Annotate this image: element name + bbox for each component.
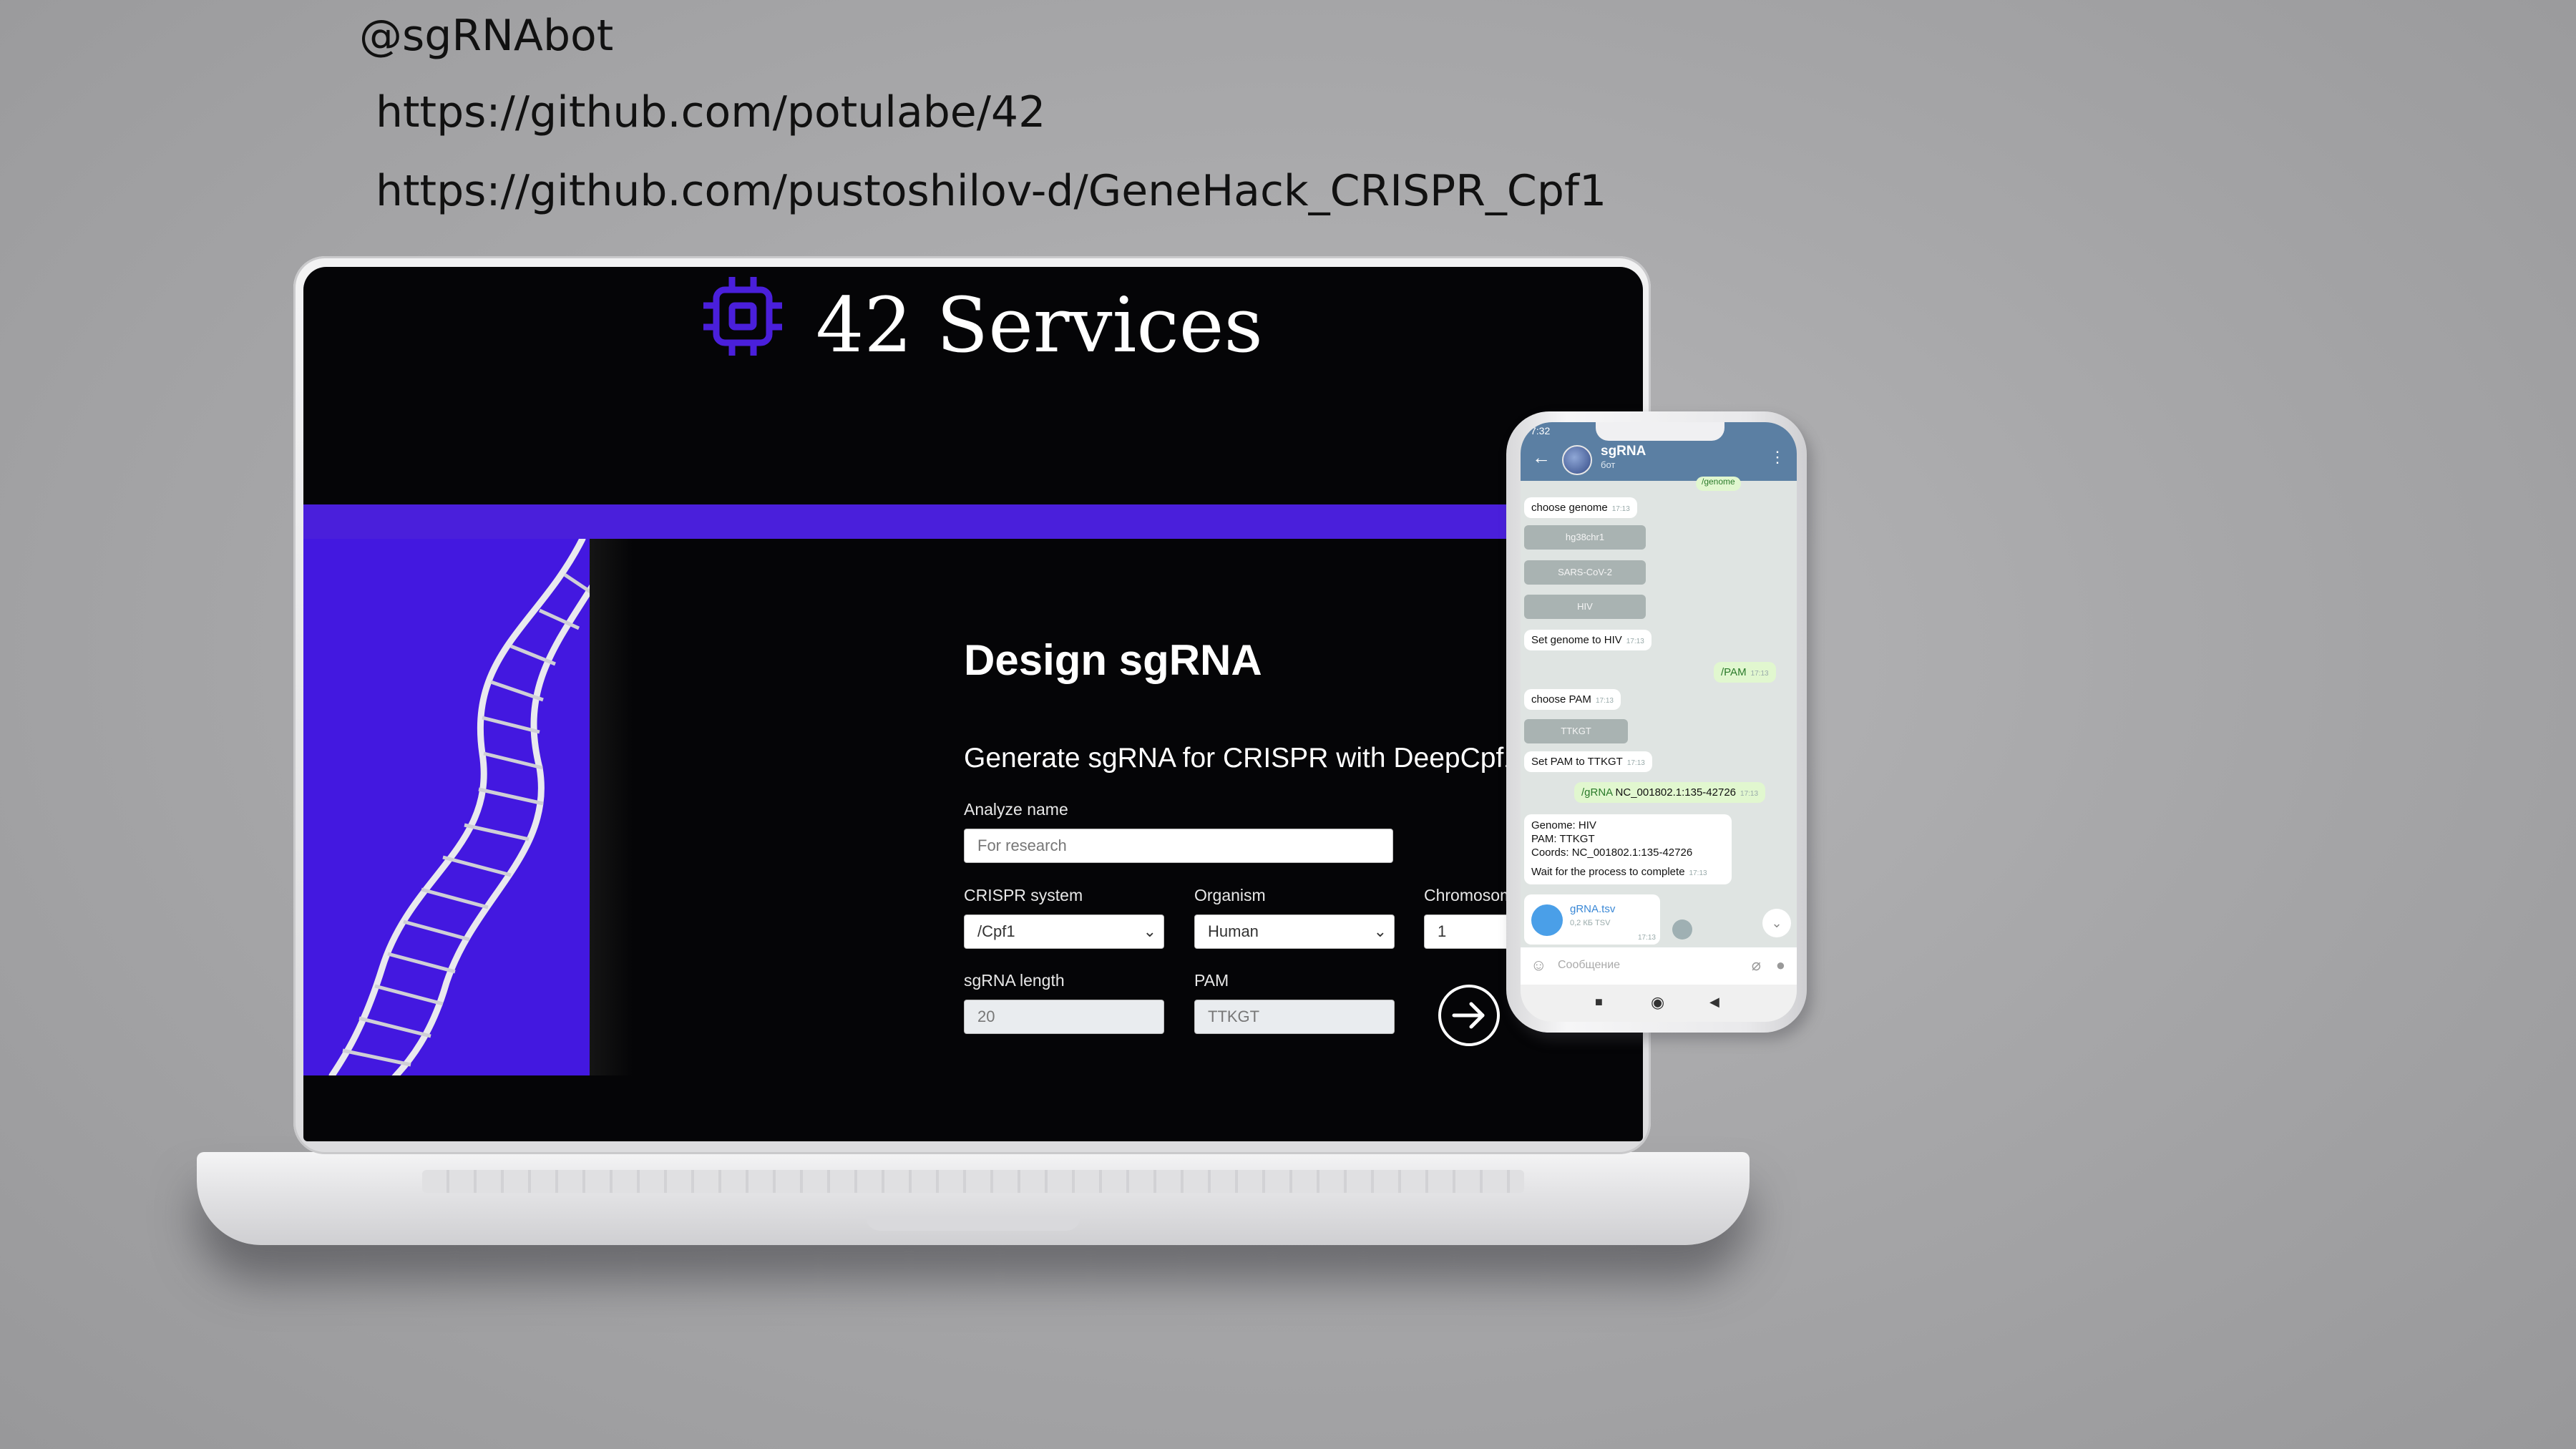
- pam-label: PAM: [1194, 971, 1229, 990]
- status-time: 7:32: [1531, 425, 1551, 436]
- chevron-down-icon: ⌄: [1373, 922, 1387, 940]
- command-text: /gRNA: [1581, 786, 1613, 799]
- message-time: 17:13: [1750, 670, 1769, 678]
- message-pam-cmd: /PAM 17:13: [1714, 662, 1776, 683]
- arrow-right-icon: [1452, 1002, 1485, 1029]
- message-input-bar: ☺ Сообщение ⌀ ●: [1521, 947, 1797, 985]
- chromosome-label: Chromosom: [1424, 886, 1514, 904]
- chat-title[interactable]: sgRNA: [1601, 444, 1646, 459]
- chip-icon: [703, 277, 782, 356]
- file-message[interactable]: gRNA.tsv 0,2 КБ TSV 17:13: [1524, 894, 1660, 945]
- message-summary: Genome: HIV PAM: TTKGT Coords: NC_001802…: [1524, 814, 1732, 884]
- message-text: choose genome: [1531, 502, 1608, 514]
- message-genome-cmd: /genome: [1696, 477, 1741, 491]
- message-grna-cmd: /gRNA NC_001802.1:135-42726 17:13: [1574, 782, 1766, 803]
- message-time: 17:13: [1626, 759, 1645, 767]
- laptop-base: [197, 1152, 1750, 1245]
- file-size: 0,2 КБ TSV: [1570, 919, 1611, 927]
- laptop-screen: 42 Services Design sgRNA Generate sgRNA …: [303, 267, 1643, 1141]
- message-text: choose PAM: [1531, 693, 1591, 706]
- home-icon[interactable]: ◉: [1651, 993, 1664, 1012]
- message-time: 17:13: [1740, 790, 1759, 798]
- organism-label: Organism: [1194, 886, 1266, 904]
- back-arrow-icon[interactable]: ←: [1532, 447, 1551, 469]
- crispr-system-select[interactable]: /Cpf1 ⌄: [964, 914, 1164, 949]
- coords-text: NC_001802.1:135-42726: [1615, 786, 1737, 799]
- chevron-down-icon: ⌄: [1143, 922, 1156, 940]
- brand-title[interactable]: 42 Services: [816, 281, 1263, 369]
- message-time: 17:13: [1637, 934, 1656, 942]
- sticker-icon[interactable]: ☺: [1531, 956, 1546, 975]
- chat-header: 7:32 ← sgRNA бот ⋮: [1521, 422, 1797, 481]
- laptop-keyboard: [422, 1170, 1524, 1193]
- message-choose-pam: choose PAM 17:13: [1524, 689, 1621, 710]
- crispr-system-label: CRISPR system: [964, 886, 1083, 904]
- crispr-system-value: /Cpf1: [977, 922, 1015, 940]
- laptop-opening-notch: [866, 1216, 1080, 1231]
- share-icon[interactable]: [1672, 919, 1692, 940]
- pam-input[interactable]: TTKGT: [1194, 1000, 1395, 1034]
- message-time: 17:13: [1595, 697, 1614, 705]
- recent-apps-icon[interactable]: ■: [1595, 995, 1603, 1010]
- dna-image: [303, 539, 590, 1075]
- scroll-down-icon[interactable]: ⌄: [1762, 909, 1791, 937]
- analyze-name-label: Analyze name: [964, 800, 1068, 819]
- android-nav-bar: ■ ◉ ◀: [1521, 985, 1797, 1022]
- accent-bar: [303, 504, 1643, 539]
- message-time: 17:13: [1689, 869, 1707, 877]
- phone-screen: 7:32 ← sgRNA бот ⋮ /genome choose genome…: [1521, 422, 1797, 1022]
- keyboard-button-hiv[interactable]: HIV: [1524, 595, 1646, 619]
- mic-icon[interactable]: ●: [1776, 956, 1785, 975]
- submit-button[interactable]: [1438, 985, 1500, 1046]
- summary-pam: PAM: TTKGT: [1531, 833, 1595, 845]
- image-shadow: [590, 539, 633, 1075]
- message-text: Set PAM to TTKGT: [1531, 756, 1623, 768]
- chat-status: бот: [1601, 459, 1616, 470]
- message-set-genome: Set genome to HIV 17:13: [1524, 630, 1652, 650]
- form-title: Design sgRNA: [964, 636, 1262, 684]
- back-icon[interactable]: ◀: [1709, 995, 1719, 1010]
- message-time: 17:13: [1611, 505, 1630, 513]
- sgrna-length-input[interactable]: 20: [964, 1000, 1164, 1034]
- organism-value: Human: [1208, 922, 1259, 940]
- keyboard-button-sars[interactable]: SARS-CoV-2: [1524, 560, 1646, 585]
- summary-wait: Wait for the process to complete: [1531, 866, 1685, 878]
- message-set-pam: Set PAM to TTKGT 17:13: [1524, 751, 1652, 772]
- message-choose-genome: choose genome 17:13: [1524, 497, 1637, 518]
- message-text: /PAM: [1721, 666, 1747, 678]
- bot-handle: @sgRNAbot: [359, 11, 614, 61]
- keyboard-button-hg38[interactable]: hg38chr1: [1524, 525, 1646, 550]
- file-name[interactable]: gRNA.tsv: [1570, 903, 1615, 915]
- attach-icon[interactable]: ⌀: [1752, 956, 1761, 975]
- phone-notch: [1596, 422, 1724, 441]
- github-link-genehack[interactable]: https://github.com/pustoshilov-d/GeneHac…: [376, 166, 1606, 216]
- organism-select[interactable]: Human ⌄: [1194, 914, 1395, 949]
- avatar[interactable]: [1562, 445, 1592, 475]
- summary-genome: Genome: HIV: [1531, 819, 1596, 831]
- document-icon: [1531, 904, 1563, 936]
- message-input[interactable]: Сообщение: [1558, 959, 1620, 972]
- dna-helix-graphic: [328, 539, 590, 1075]
- summary-coords: Coords: NC_001802.1:135-42726: [1531, 847, 1693, 859]
- message-text: Set genome to HIV: [1531, 634, 1622, 646]
- sgrna-length-label: sgRNA length: [964, 971, 1065, 990]
- github-link-42[interactable]: https://github.com/potulabe/42: [376, 87, 1045, 137]
- analyze-name-input[interactable]: For research: [964, 829, 1393, 863]
- form-subtitle: Generate sgRNA for CRISPR with DeepCpf1: [964, 743, 1520, 774]
- message-time: 17:13: [1626, 638, 1644, 645]
- more-vert-icon[interactable]: ⋮: [1770, 448, 1785, 467]
- keyboard-button-ttkgt[interactable]: TTKGT: [1524, 719, 1628, 743]
